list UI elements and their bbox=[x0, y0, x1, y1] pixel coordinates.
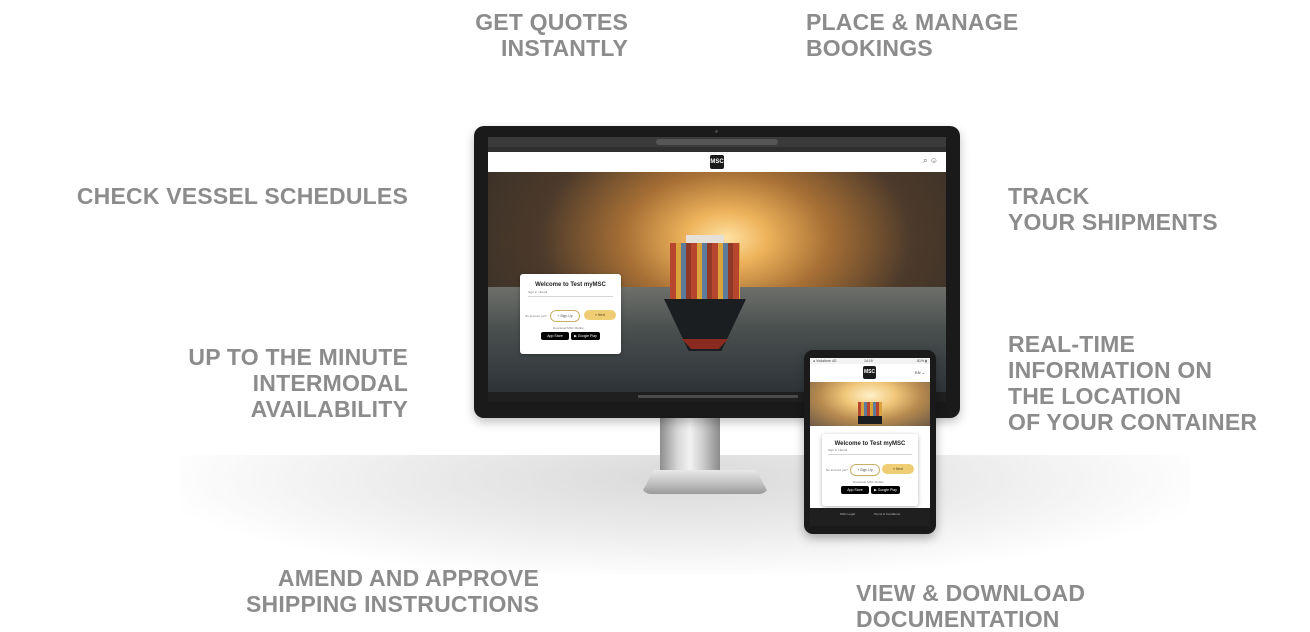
sign-up-button[interactable]: + Sign Up bbox=[850, 464, 880, 476]
feature-realtime-container-location: REAL-TIME INFORMATION ON THE LOCATION OF… bbox=[1008, 331, 1258, 435]
tablet-device: ● Vodafone 4G 14:19 81% ▮ MSC EN ⌄ Welco… bbox=[804, 350, 936, 534]
app-store-badge[interactable]: App Store bbox=[841, 486, 869, 494]
container-ship bbox=[664, 235, 746, 355]
sign-up-button[interactable]: + Sign Up bbox=[550, 310, 580, 322]
site-header: MSC ⌕ ☺ bbox=[488, 152, 946, 172]
browser-address-bar[interactable] bbox=[656, 139, 778, 145]
email-field[interactable] bbox=[528, 296, 613, 297]
language-selector[interactable]: EN ⌄ bbox=[915, 370, 925, 375]
next-button[interactable]: » Next bbox=[882, 464, 914, 474]
feature-place-manage-bookings: PLACE & MANAGE BOOKINGS bbox=[806, 9, 1019, 61]
ship-containers bbox=[670, 243, 740, 301]
tablet-screen: ● Vodafone 4G 14:19 81% ▮ MSC EN ⌄ Welco… bbox=[810, 358, 930, 526]
feature-get-quotes: GET QUOTES INSTANTLY bbox=[475, 9, 628, 61]
download-app-text: Download MSC Mobile bbox=[853, 480, 884, 484]
google-play-badge[interactable]: ▶ Google Play bbox=[871, 486, 900, 494]
email-field[interactable] bbox=[828, 454, 912, 455]
footer-legal-link[interactable]: MSC Legal bbox=[840, 512, 855, 516]
next-button[interactable]: » Next bbox=[584, 310, 616, 320]
msc-logo[interactable]: MSC bbox=[710, 155, 724, 169]
footer-terms-link[interactable]: Terms & Conditions bbox=[874, 512, 900, 516]
carrier-signal: ● Vodafone 4G bbox=[813, 359, 837, 363]
login-subtitle: Sign in / Email bbox=[528, 290, 548, 294]
battery-icon: 81% ▮ bbox=[917, 359, 927, 363]
container-ship bbox=[858, 402, 882, 424]
feature-intermodal-availability: UP TO THE MINUTE INTERMODAL AVAILABILITY bbox=[188, 344, 408, 422]
no-account-text: No account yet? bbox=[826, 468, 848, 472]
browser-toolbar bbox=[488, 137, 946, 147]
tablet-login-card: Welcome to Test myMSC Sign in / Email No… bbox=[822, 434, 918, 506]
footer-links bbox=[638, 395, 798, 398]
download-app-text: Download MSC Mobile bbox=[553, 326, 584, 330]
tablet-site-footer: MSC Legal Terms & Conditions bbox=[810, 508, 930, 526]
monitor-stand-neck bbox=[660, 418, 720, 472]
header-icons[interactable]: ⌕ ☺ bbox=[923, 156, 938, 166]
monitor-stand-base bbox=[641, 470, 769, 494]
login-title: Welcome to Test myMSC bbox=[535, 282, 606, 288]
login-card: Welcome to Test myMSC Sign in / Email No… bbox=[520, 274, 621, 354]
login-title: Welcome to Test myMSC bbox=[834, 441, 906, 447]
feature-view-download-documentation: VIEW & DOWNLOAD DOCUMENTATION bbox=[856, 580, 1086, 632]
no-account-text: No account yet? bbox=[525, 314, 547, 318]
login-subtitle: Sign in / Email bbox=[828, 448, 848, 452]
app-store-badge[interactable]: App Store bbox=[541, 332, 569, 340]
tablet-hero-image bbox=[810, 382, 930, 426]
msc-logo[interactable]: MSC bbox=[863, 366, 876, 379]
status-time: 14:19 bbox=[864, 359, 873, 363]
camera-dot bbox=[715, 130, 718, 133]
feature-check-vessel-schedules: CHECK VESSEL SCHEDULES bbox=[76, 183, 408, 209]
tablet-site-header: MSC EN ⌄ bbox=[810, 364, 930, 382]
feature-amend-shipping-instructions: AMEND AND APPROVE SHIPPING INSTRUCTIONS bbox=[245, 565, 539, 617]
google-play-badge[interactable]: ▶ Google Play bbox=[571, 332, 600, 340]
feature-track-shipments: TRACK YOUR SHIPMENTS bbox=[1008, 183, 1218, 235]
